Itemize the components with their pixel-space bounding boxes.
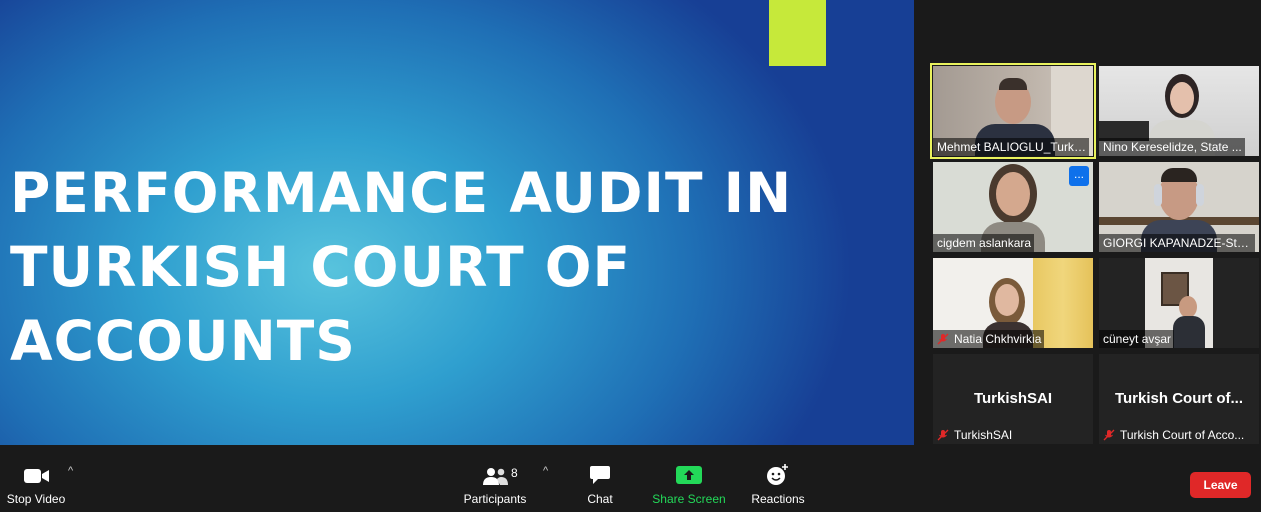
video-tile-turkish-court[interactable]: Turkish Court of... Turkish Court of Acc… bbox=[1099, 354, 1259, 444]
video-tile-natia[interactable]: Natia Chkhvirkia bbox=[933, 258, 1093, 348]
leave-button[interactable]: Leave bbox=[1190, 472, 1251, 498]
video-options-chevron-icon[interactable]: ^ bbox=[68, 465, 73, 477]
participant-name-text: Turkish Court of Acco... bbox=[1120, 428, 1245, 442]
share-screen-label: Share Screen bbox=[652, 492, 726, 506]
video-tile-mehmet[interactable]: Mehmet BALIOGLU_Turki... bbox=[930, 63, 1096, 159]
video-tile-cigdem[interactable]: ... cigdem aslankara bbox=[933, 162, 1093, 252]
participant-name: Turkish Court of Acco... bbox=[1099, 426, 1247, 444]
reactions-emoji-icon bbox=[767, 464, 788, 485]
participant-display-name: Turkish Court of... bbox=[1114, 390, 1244, 407]
participants-label: Participants bbox=[463, 492, 527, 506]
participant-name: Nino Kereselidze, State ... bbox=[1099, 138, 1245, 156]
participant-name-text: TurkishSAI bbox=[954, 428, 1013, 442]
participant-name: Mehmet BALIOGLU_Turki... bbox=[933, 138, 1089, 156]
video-tile-turkishsai[interactable]: TurkishSAI TurkishSAI bbox=[933, 354, 1093, 444]
muted-mic-icon bbox=[937, 333, 949, 345]
reactions-label: Reactions bbox=[751, 492, 805, 506]
video-tile-nino[interactable]: Nino Kereselidze, State ... bbox=[1099, 66, 1259, 156]
muted-mic-icon bbox=[1103, 429, 1115, 441]
participant-name: GIORGI KAPANADZE-Stat... bbox=[1099, 234, 1255, 252]
participant-display-name: TurkishSAI bbox=[973, 390, 1053, 407]
participants-options-chevron-icon[interactable]: ^ bbox=[543, 465, 548, 477]
video-tile-giorgi[interactable]: GIORGI KAPANADZE-Stat... bbox=[1099, 162, 1259, 252]
slide-title: PERFORMANCE AUDIT IN TURKISH COURT OF AC… bbox=[10, 161, 793, 373]
share-screen-button[interactable]: Share Screen bbox=[648, 445, 730, 512]
participants-icon bbox=[483, 468, 508, 485]
chat-label: Chat bbox=[587, 492, 613, 506]
participants-button[interactable]: 8 Participants bbox=[458, 445, 532, 512]
participants-count: 8 bbox=[511, 466, 518, 480]
participant-name-text: Natia Chkhvirkia bbox=[954, 332, 1042, 346]
reactions-button[interactable]: Reactions bbox=[742, 445, 814, 512]
muted-mic-icon bbox=[937, 429, 949, 441]
video-tile-cuneyt[interactable]: cüneyt avşar bbox=[1099, 258, 1259, 348]
shared-screen: PERFORMANCE AUDIT IN TURKISH COURT OF AC… bbox=[0, 0, 914, 445]
stop-video-label: Stop Video bbox=[6, 492, 66, 506]
meeting-toolbar: Stop Video ^ 8 Participants ^ Chat Share… bbox=[0, 445, 1261, 512]
stop-video-button[interactable]: Stop Video bbox=[0, 445, 72, 512]
video-camera-icon bbox=[24, 469, 49, 483]
share-screen-icon bbox=[676, 466, 702, 484]
participant-name: TurkishSAI bbox=[933, 426, 1015, 444]
chat-button[interactable]: Chat bbox=[574, 445, 626, 512]
participant-name: cigdem aslankara bbox=[933, 234, 1035, 252]
participant-name: Natia Chkhvirkia bbox=[933, 330, 1045, 348]
chat-bubble-icon bbox=[590, 466, 610, 484]
more-options-button[interactable]: ... bbox=[1069, 166, 1089, 186]
slide-accent-block bbox=[769, 0, 826, 66]
participant-name: cüneyt avşar bbox=[1099, 330, 1175, 348]
